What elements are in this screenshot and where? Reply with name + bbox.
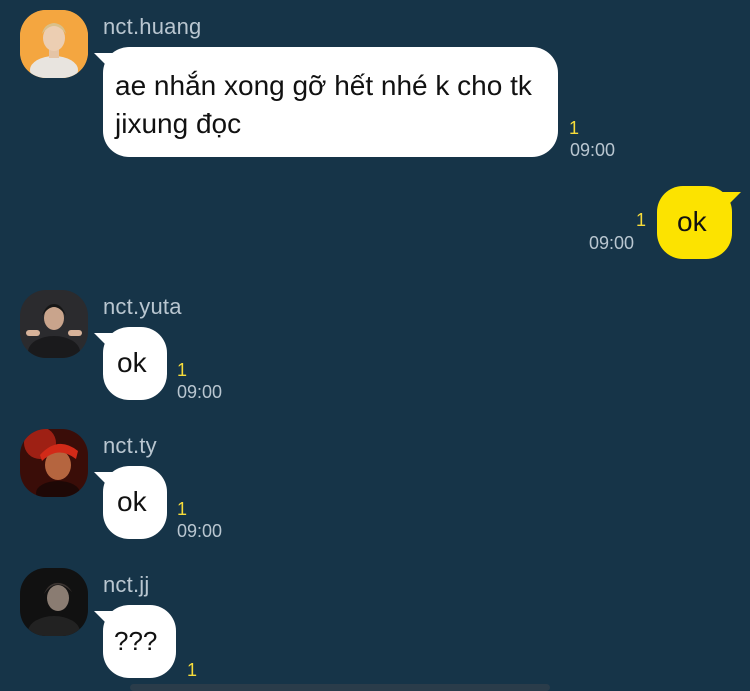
sender-name: nct.ty [103, 433, 157, 458]
message-bubble[interactable]: ok [657, 186, 732, 259]
message-time: 09:00 [570, 140, 616, 160]
unread-count: 1 [187, 660, 198, 680]
message-bubble[interactable]: ok [103, 327, 167, 400]
message-text: ??? [114, 626, 158, 656]
partial-next-message [130, 684, 550, 691]
message-time: 09:00 [177, 382, 223, 402]
message-text: ok [677, 206, 707, 237]
message-bubble[interactable]: ??? [103, 605, 176, 678]
message-text: ok [117, 347, 147, 378]
avatar-yuta[interactable] [20, 290, 88, 358]
message-time: 09:00 [589, 233, 635, 253]
unread-count: 1 [636, 210, 647, 230]
message-bubble[interactable]: ae nhắn xong gỡ hết nhé k cho tk jixung … [103, 47, 558, 157]
unread-count: 1 [569, 118, 580, 138]
message-text: ok [117, 486, 147, 517]
message-bubble[interactable]: ok [103, 466, 167, 539]
sender-name: nct.jj [103, 572, 150, 597]
message-text: ae nhắn xong gỡ hết nhé k cho tk jixung … [115, 70, 532, 139]
avatar-jj[interactable] [20, 568, 88, 636]
avatar-huang[interactable] [20, 10, 88, 78]
unread-count: 1 [177, 360, 188, 380]
message-time: 09:00 [177, 521, 223, 541]
avatar-ty[interactable] [20, 429, 88, 497]
unread-count: 1 [177, 499, 188, 519]
sender-name: nct.yuta [103, 294, 182, 319]
sender-name: nct.huang [103, 14, 202, 39]
